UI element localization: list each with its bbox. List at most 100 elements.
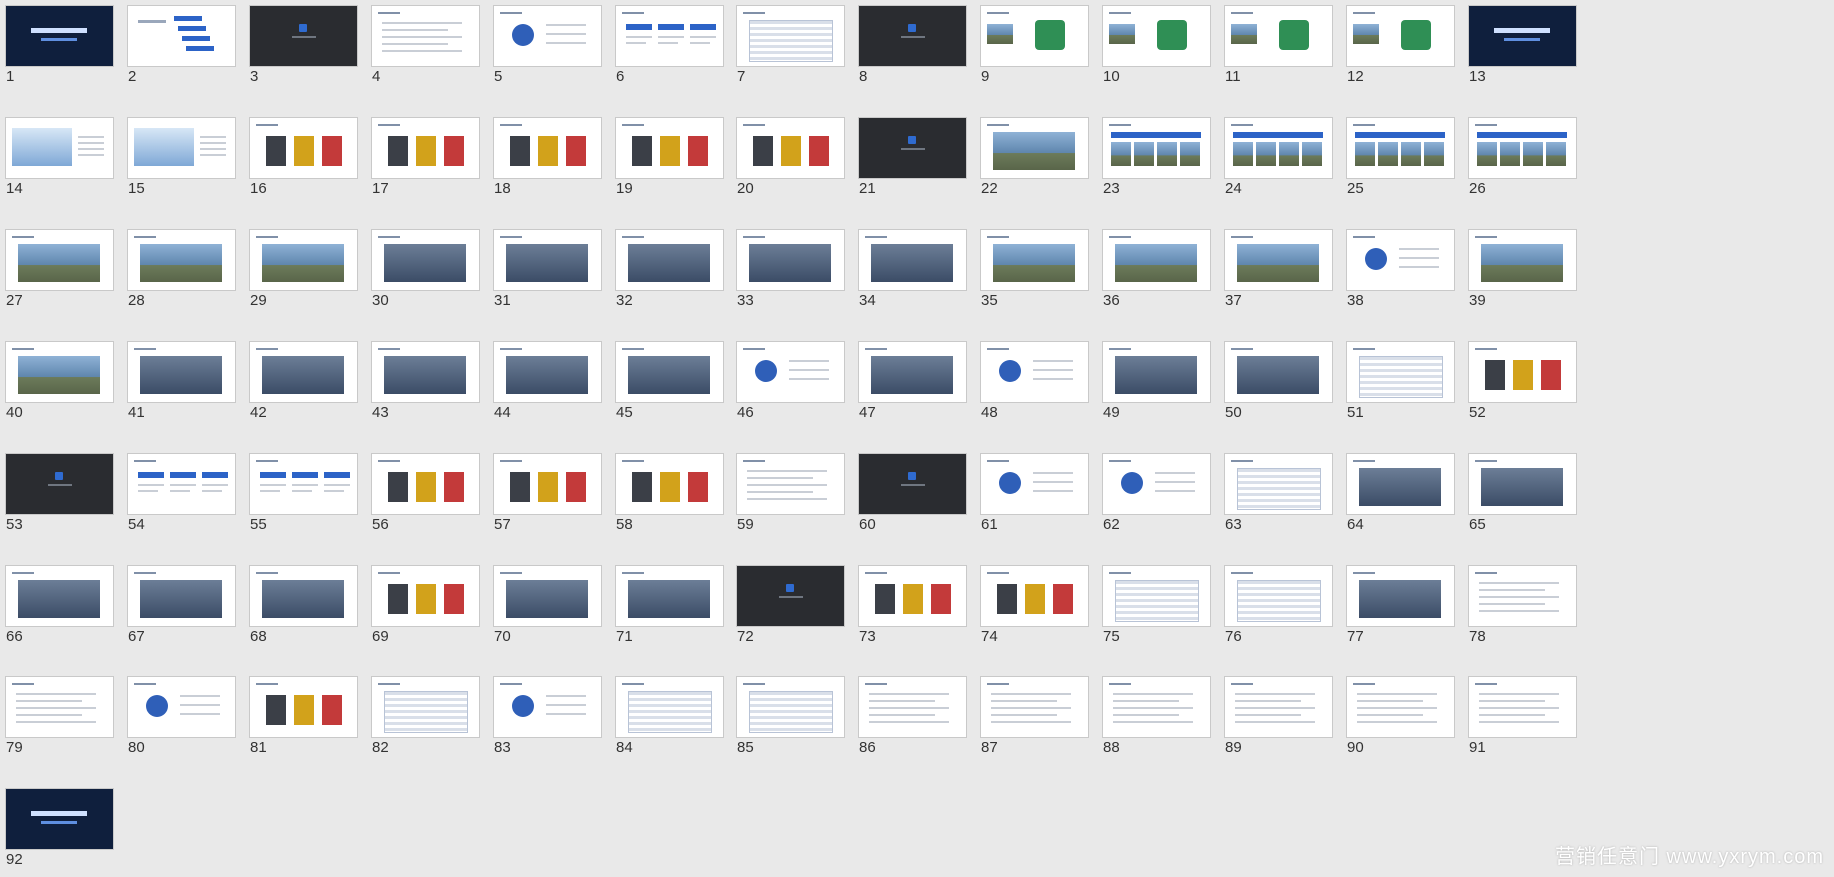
slide-preview[interactable] [981,677,1088,737]
slide-preview[interactable] [128,566,235,626]
slide-preview[interactable] [128,454,235,514]
slide-thumbnail-item[interactable]: 77 [1341,560,1454,650]
slide-thumbnail-item[interactable]: 81 [244,671,357,761]
slide-thumbnail-item[interactable]: 82 [366,671,479,761]
slide-thumbnail-item[interactable]: 84 [610,671,723,761]
slide-thumbnail-item[interactable]: 29 [244,224,357,314]
slide-preview[interactable] [1469,566,1576,626]
slide-preview[interactable] [494,677,601,737]
slide-preview[interactable] [372,566,479,626]
slide-preview[interactable] [1347,566,1454,626]
slide-preview[interactable] [859,454,966,514]
slide-thumbnail-item[interactable]: 57 [488,448,601,538]
slide-preview[interactable] [494,454,601,514]
slide-preview[interactable] [250,6,357,66]
slide-preview[interactable] [1469,342,1576,402]
slide-preview[interactable] [859,342,966,402]
slide-preview[interactable] [737,118,844,178]
slide-thumbnail-item[interactable]: 74 [975,560,1088,650]
slide-preview[interactable] [494,230,601,290]
slide-thumbnail-item[interactable]: 88 [1097,671,1210,761]
slide-thumbnail-item[interactable]: 34 [853,224,966,314]
slide-preview[interactable] [6,789,113,849]
slide-thumbnail-item[interactable]: 33 [731,224,844,314]
slide-thumbnail-item[interactable]: 19 [610,112,723,202]
slide-thumbnail-item[interactable]: 11 [1219,0,1332,90]
slide-thumbnail-item[interactable]: 61 [975,448,1088,538]
slide-thumbnail-item[interactable]: 83 [488,671,601,761]
slide-thumbnail-item[interactable]: 50 [1219,336,1332,426]
slide-thumbnail-item[interactable]: 4 [366,0,479,90]
slide-thumbnail-item[interactable]: 20 [731,112,844,202]
slide-thumbnail-item[interactable]: 6 [610,0,723,90]
slide-thumbnail-item[interactable]: 47 [853,336,966,426]
slide-thumbnail-item[interactable]: 3 [244,0,357,90]
slide-thumbnail-item[interactable]: 79 [0,671,113,761]
slide-preview[interactable] [1103,342,1210,402]
slide-thumbnail-item[interactable]: 72 [731,560,844,650]
slide-preview[interactable] [1347,6,1454,66]
slide-thumbnail-item[interactable]: 18 [488,112,601,202]
slide-thumbnail-item[interactable]: 48 [975,336,1088,426]
slide-preview[interactable] [494,6,601,66]
slide-thumbnail-item[interactable]: 44 [488,336,601,426]
slide-preview[interactable] [1347,677,1454,737]
slide-thumbnail-item[interactable]: 71 [610,560,723,650]
slide-preview[interactable] [616,454,723,514]
slide-thumbnail-item[interactable]: 30 [366,224,479,314]
slide-preview[interactable] [616,566,723,626]
slide-preview[interactable] [372,677,479,737]
slide-preview[interactable] [6,454,113,514]
slide-preview[interactable] [128,230,235,290]
slide-thumbnail-item[interactable]: 23 [1097,112,1210,202]
slide-thumbnail-item[interactable]: 69 [366,560,479,650]
slide-preview[interactable] [1225,677,1332,737]
slide-thumbnail-item[interactable]: 15 [122,112,235,202]
slide-thumbnail-item[interactable]: 26 [1463,112,1576,202]
slide-preview[interactable] [250,342,357,402]
slide-preview[interactable] [1225,454,1332,514]
slide-preview[interactable] [250,230,357,290]
slide-thumbnail-item[interactable]: 46 [731,336,844,426]
slide-preview[interactable] [6,566,113,626]
slide-preview[interactable] [1103,118,1210,178]
slide-preview[interactable] [6,230,113,290]
slide-thumbnail-item[interactable]: 38 [1341,224,1454,314]
slide-preview[interactable] [737,6,844,66]
slide-preview[interactable] [1469,230,1576,290]
slide-thumbnail-item[interactable]: 2 [122,0,235,90]
slide-thumbnail-item[interactable]: 40 [0,336,113,426]
slide-thumbnail-item[interactable]: 78 [1463,560,1576,650]
slide-preview[interactable] [616,230,723,290]
slide-preview[interactable] [737,566,844,626]
slide-thumbnail-item[interactable]: 52 [1463,336,1576,426]
slide-preview[interactable] [737,677,844,737]
slide-preview[interactable] [1225,230,1332,290]
slide-thumbnail-item[interactable]: 65 [1463,448,1576,538]
slide-thumbnail-item[interactable]: 45 [610,336,723,426]
slide-preview[interactable] [250,566,357,626]
slide-preview[interactable] [1469,118,1576,178]
slide-preview[interactable] [372,230,479,290]
slide-preview[interactable] [6,6,113,66]
slide-preview[interactable] [250,677,357,737]
slide-thumbnail-item[interactable]: 66 [0,560,113,650]
slide-preview[interactable] [859,6,966,66]
slide-preview[interactable] [250,454,357,514]
slide-preview[interactable] [1103,454,1210,514]
slide-preview[interactable] [981,118,1088,178]
slide-preview[interactable] [1225,118,1332,178]
slide-thumbnail-item[interactable]: 24 [1219,112,1332,202]
slide-thumbnail-item[interactable]: 73 [853,560,966,650]
slide-preview[interactable] [128,677,235,737]
slide-preview[interactable] [859,230,966,290]
slide-thumbnail-item[interactable]: 43 [366,336,479,426]
slide-preview[interactable] [859,677,966,737]
slide-preview[interactable] [128,118,235,178]
slide-preview[interactable] [1347,230,1454,290]
slide-preview[interactable] [981,454,1088,514]
slide-preview[interactable] [128,342,235,402]
slide-preview[interactable] [1103,6,1210,66]
slide-thumbnail-item[interactable]: 21 [853,112,966,202]
slide-thumbnail-item[interactable]: 86 [853,671,966,761]
